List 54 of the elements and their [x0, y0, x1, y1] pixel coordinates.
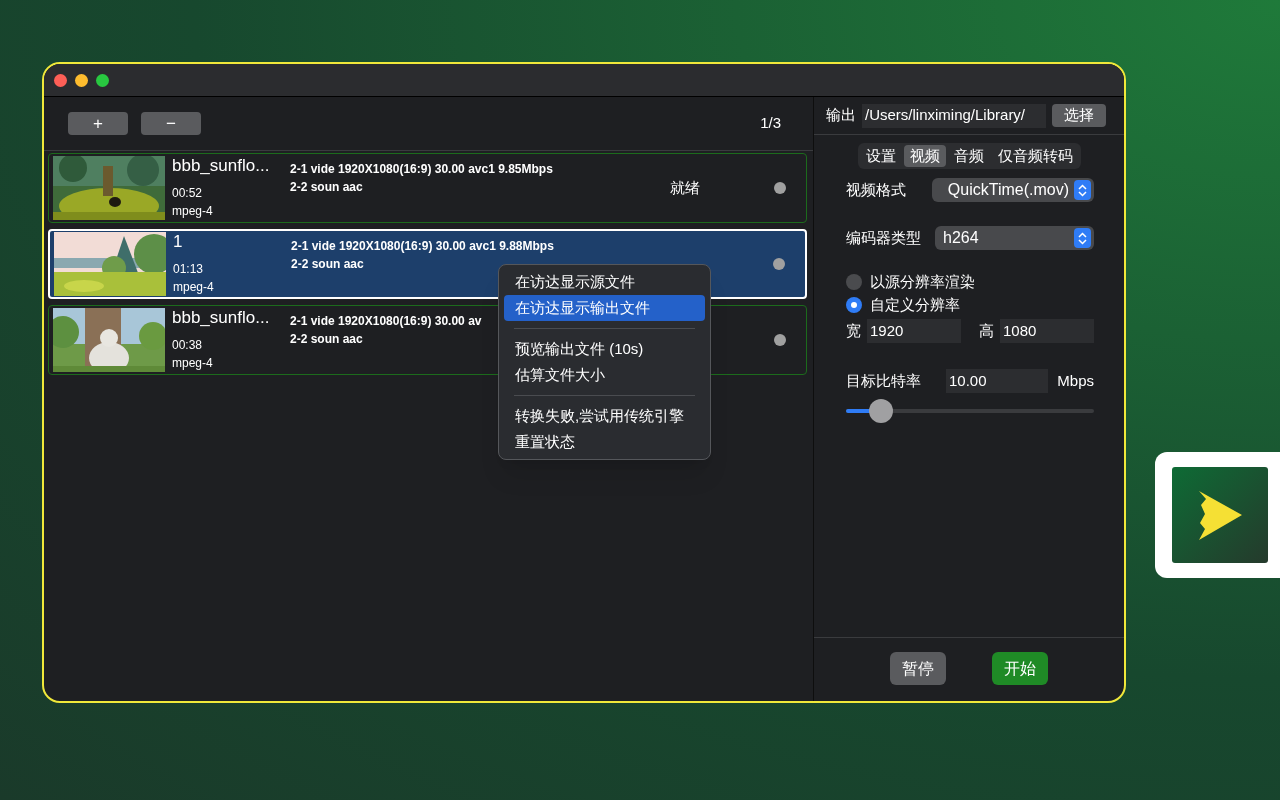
stream-info: 2-2 soun aac [290, 179, 364, 196]
file-row[interactable]: bbb_sunflo... 00:52 mpeg-4 2-1 vide 1920X1080(16:9) 30.00 avc1 9.85Mbps 2-2 soun aac 就绪 [48, 153, 807, 223]
field-label: 编码器类型 [846, 227, 921, 248]
action-button[interactable]: 开始 [992, 652, 1048, 685]
width-label: 宽 [846, 320, 861, 341]
bitrate-label: 目标比特率 [846, 370, 922, 391]
play-logo-icon [1172, 467, 1268, 563]
toolbar-button[interactable]: + [68, 112, 128, 135]
radio-option[interactable]: 以源分辨率渲染 [846, 272, 1094, 292]
field-label: 视频格式 [846, 179, 906, 200]
width-field[interactable]: 1920 [867, 319, 961, 343]
maximize-icon[interactable] [96, 73, 109, 87]
menu-item[interactable]: 转换失败,尝试用传统引擎 [504, 403, 705, 429]
file-duration: 01:13 [173, 261, 205, 278]
file-duration: 00:38 [172, 337, 204, 354]
chevron-updown-icon [1074, 228, 1091, 248]
status-label: 就绪 [670, 179, 700, 196]
tab[interactable]: 音频 [947, 145, 990, 167]
stream-info: 2-1 vide 1920X1080(16:9) 30.00 av [290, 313, 483, 330]
file-name: bbb_sunflo... [172, 308, 271, 328]
file-name: 1 [173, 232, 184, 252]
output-path-field[interactable]: /Users/linximing/Library/ [862, 103, 1046, 128]
file-format: mpeg-4 [173, 279, 215, 296]
output-label: 输出 [826, 105, 856, 126]
file-name: bbb_sunflo... [172, 156, 271, 176]
radio-option[interactable]: 自定义分辨率 [846, 295, 1094, 315]
format-select[interactable]: QuickTime(.mov) [932, 178, 1094, 202]
bitrate-slider[interactable] [846, 399, 1094, 423]
page-counter: 1/3 [760, 113, 781, 134]
file-format: mpeg-4 [172, 355, 214, 372]
bitrate-field[interactable]: 10.00 [946, 369, 1048, 393]
file-duration: 00:52 [172, 185, 204, 202]
height-label: 高 [979, 320, 994, 341]
menu-item[interactable]: 预览输出文件 (10s) [504, 336, 705, 362]
stream-info: 2-2 soun aac [291, 256, 365, 273]
chevron-updown-icon [1074, 180, 1091, 200]
stream-info: 2-1 vide 1920X1080(16:9) 30.00 avc1 9.88Mbps [291, 238, 555, 255]
close-icon[interactable] [54, 73, 67, 87]
bitrate-unit: Mbps [1057, 370, 1094, 391]
codec-select[interactable]: h264 [935, 226, 1094, 250]
choose-button[interactable]: 选择 [1052, 104, 1106, 127]
file-format: mpeg-4 [172, 203, 214, 220]
menu-item[interactable]: 在访达显示输出文件 [504, 295, 705, 321]
menu-item[interactable]: 重置状态 [504, 429, 705, 455]
tab[interactable]: 设置 [859, 145, 902, 167]
height-field[interactable]: 1080 [1000, 319, 1094, 343]
stream-info: 2-1 vide 1920X1080(16:9) 30.00 avc1 9.85Mbps [290, 161, 554, 178]
stream-info: 2-2 soun aac [290, 331, 364, 348]
action-button[interactable]: 暂停 [890, 652, 946, 685]
minimize-icon[interactable] [75, 73, 88, 87]
menu-item[interactable]: 在访达显示源文件 [504, 269, 705, 295]
toolbar-button[interactable]: − [141, 112, 201, 135]
tab[interactable]: 仅音频转码 [991, 145, 1079, 167]
tab[interactable]: 视频 [903, 145, 946, 167]
